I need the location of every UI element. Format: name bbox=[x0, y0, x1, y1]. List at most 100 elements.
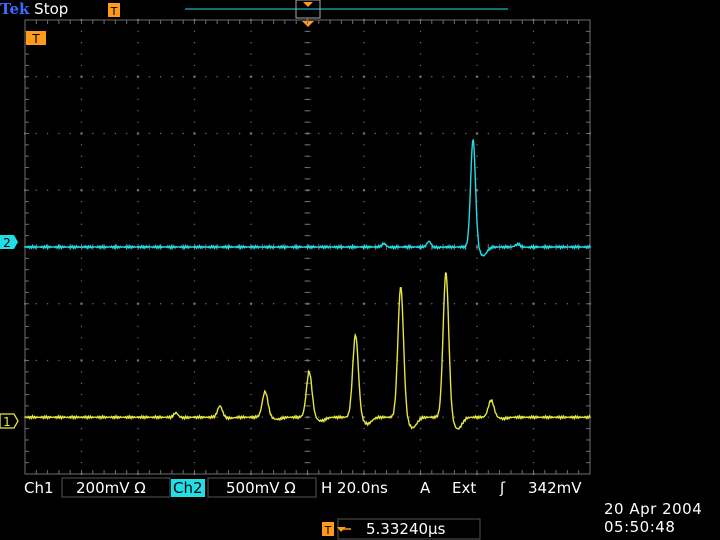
timestamp: 20 Apr 2004 05:50:48 bbox=[604, 500, 702, 536]
graticule-dot bbox=[419, 64, 422, 67]
graticule-dot bbox=[216, 132, 218, 135]
graticule-dot bbox=[532, 291, 535, 294]
graticule-dot bbox=[284, 189, 286, 191]
graticule-dot bbox=[137, 291, 139, 294]
graticule-dot bbox=[249, 302, 253, 305]
trigger-level[interactable]: 342mV bbox=[528, 479, 582, 497]
graticule-dot bbox=[363, 291, 365, 294]
graticule-dot bbox=[182, 189, 184, 191]
graticule-dot bbox=[193, 200, 196, 203]
graticule-dot bbox=[103, 76, 105, 78]
graticule-dot bbox=[193, 371, 196, 373]
graticule-dot bbox=[92, 303, 94, 305]
graticule-dot bbox=[475, 302, 479, 305]
graticule-dot bbox=[137, 212, 139, 214]
graticule-dot bbox=[532, 223, 535, 225]
graticule-dot bbox=[419, 42, 422, 44]
graticule-dot bbox=[80, 42, 83, 44]
graticule-dot bbox=[80, 132, 83, 135]
graticule-dot bbox=[250, 405, 252, 407]
graticule-dot bbox=[510, 359, 512, 362]
ch1-scale[interactable]: 200mV Ω bbox=[76, 479, 146, 497]
graticule-dot bbox=[137, 98, 139, 101]
graticule-dot bbox=[419, 144, 422, 146]
graticule-dot bbox=[532, 450, 535, 452]
ch2-label[interactable]: Ch2 bbox=[171, 479, 205, 497]
graticule-dot bbox=[521, 76, 523, 78]
graticule-dot bbox=[114, 132, 117, 135]
ch2-ground-marker[interactable]: 2 bbox=[0, 235, 18, 250]
graticule-dot bbox=[363, 461, 365, 464]
graticule-dot bbox=[352, 132, 354, 135]
graticule-dot bbox=[193, 314, 196, 316]
graticule-dot bbox=[80, 200, 83, 203]
graticule-dot bbox=[137, 405, 139, 407]
graticule-dot bbox=[363, 234, 365, 237]
graticule-dot bbox=[136, 132, 140, 135]
graticule-dot bbox=[46, 303, 49, 305]
graticule-dot bbox=[261, 359, 263, 362]
graticule-dot bbox=[137, 110, 139, 112]
graticule-dot bbox=[137, 382, 139, 384]
graticule-dot bbox=[476, 64, 478, 67]
graticule-dot bbox=[193, 280, 196, 282]
graticule-dot bbox=[126, 359, 128, 362]
graticule-dot bbox=[532, 132, 535, 135]
graticule-dot bbox=[182, 76, 184, 78]
graticule-dot bbox=[408, 416, 410, 418]
graticule-dot bbox=[318, 76, 320, 78]
graticule-dot bbox=[532, 98, 535, 101]
graticule-dot bbox=[193, 75, 196, 78]
graticule-dot bbox=[318, 359, 320, 362]
graticule-dot bbox=[126, 76, 128, 78]
ch1-label: Ch1 bbox=[24, 479, 54, 497]
graticule-dot bbox=[363, 314, 365, 316]
graticule-dot bbox=[397, 189, 399, 191]
graticule-dot bbox=[363, 427, 365, 430]
graticule-dot bbox=[363, 64, 365, 67]
graticule-dot bbox=[532, 212, 535, 214]
graticule-dot bbox=[532, 427, 535, 430]
graticule-dot bbox=[419, 75, 422, 78]
graticule-dot bbox=[363, 371, 365, 373]
trigger-slope-icon[interactable]: ʃ bbox=[500, 479, 505, 497]
graticule-dot bbox=[397, 416, 399, 418]
graticule-dot bbox=[408, 132, 410, 135]
graticule-dot bbox=[419, 461, 422, 464]
graticule-dot bbox=[193, 166, 196, 169]
graticule-dot bbox=[137, 178, 139, 180]
graticule-dot bbox=[419, 110, 422, 112]
graticule-dot bbox=[566, 132, 569, 135]
oscilloscope-display: T T 2 1 T bbox=[0, 0, 592, 540]
graticule-dot bbox=[103, 189, 105, 191]
trigger-level-marker[interactable]: T bbox=[26, 31, 46, 46]
graticule-dot bbox=[431, 189, 433, 191]
graticule-dot bbox=[126, 132, 128, 135]
graticule-dot bbox=[532, 30, 535, 33]
graticule-dot bbox=[193, 53, 196, 55]
graticule-dot bbox=[532, 155, 535, 157]
horizontal-scale[interactable]: H 20.0ns bbox=[321, 479, 388, 497]
graticule-dot bbox=[566, 189, 569, 191]
graticule-dot bbox=[476, 461, 478, 464]
ch2-scale[interactable]: 500mV Ω bbox=[226, 479, 296, 497]
ch1-ground-marker[interactable]: 1 bbox=[0, 413, 19, 429]
graticule-dot bbox=[363, 325, 365, 328]
graticule-dot bbox=[340, 132, 343, 135]
graticule-dot bbox=[532, 461, 535, 464]
graticule-dot bbox=[295, 132, 297, 135]
graticule-dot bbox=[295, 359, 297, 362]
graticule-dot bbox=[566, 76, 569, 78]
graticule-dot bbox=[193, 189, 196, 192]
graticule-dot bbox=[532, 359, 535, 362]
graticule-dot bbox=[453, 359, 456, 362]
graticule-dot bbox=[363, 257, 365, 260]
trigger-position[interactable]: 5.33240µs bbox=[366, 520, 445, 538]
graticule-dot bbox=[35, 359, 37, 362]
trigger-source[interactable]: Ext bbox=[452, 479, 476, 497]
graticule-dot bbox=[363, 110, 365, 112]
graticule-dot bbox=[521, 359, 523, 362]
graticule-dot bbox=[46, 76, 49, 78]
graticule-dot bbox=[137, 87, 139, 89]
graticule-dot bbox=[363, 348, 365, 350]
